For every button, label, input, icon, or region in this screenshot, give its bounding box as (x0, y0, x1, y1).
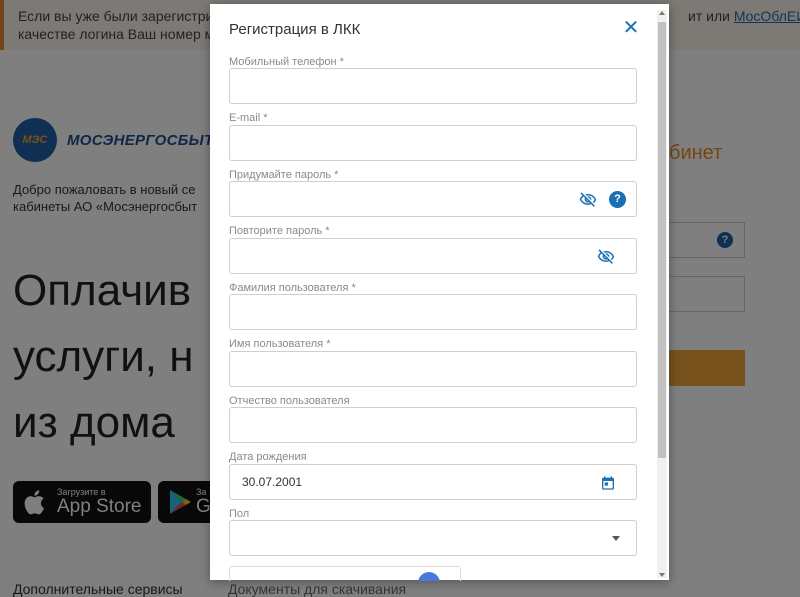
middle-name-label: Отчество пользователя (229, 395, 350, 407)
password-field[interactable]: ? (229, 181, 637, 217)
birth-date-value: 30.07.2001 (242, 475, 303, 489)
documents-download-link[interactable]: Документы для скачивания (228, 581, 406, 597)
birth-date-label: Дата рождения (229, 451, 307, 463)
middle-name-field[interactable] (229, 407, 637, 443)
password-repeat-field[interactable] (229, 238, 637, 274)
phone-label: Мобильный телефон * (229, 56, 344, 68)
scrollbar-thumb[interactable] (658, 22, 666, 458)
email-field[interactable] (229, 125, 637, 161)
eye-off-icon[interactable] (579, 191, 597, 209)
registration-modal: Регистрация в ЛКК ✕ Мобильный телефон * … (210, 4, 669, 581)
scroll-up-icon[interactable] (659, 11, 665, 15)
gender-label: Пол (229, 508, 250, 520)
modal-title: Регистрация в ЛКК (229, 21, 361, 38)
question-circle-icon[interactable]: ? (609, 191, 626, 208)
scroll-down-icon[interactable] (659, 573, 665, 577)
captcha-box[interactable] (229, 566, 461, 581)
password-label: Придумайте пароль * (229, 169, 339, 181)
last-name-field[interactable] (229, 294, 637, 330)
last-name-label: Фамилия пользователя * (229, 282, 356, 294)
email-label: E-mail * (229, 112, 268, 124)
recaptcha-icon (418, 572, 440, 581)
birth-date-field[interactable]: 30.07.2001 (229, 464, 637, 500)
chevron-down-icon (612, 536, 620, 541)
calendar-icon[interactable] (600, 475, 616, 491)
first-name-field[interactable] (229, 351, 637, 387)
phone-field[interactable] (229, 68, 637, 104)
first-name-label: Имя пользователя * (229, 338, 331, 350)
password-repeat-label: Повторите пароль * (229, 225, 330, 237)
modal-scrollbar[interactable] (657, 10, 667, 578)
close-icon[interactable]: ✕ (621, 18, 641, 38)
gender-select[interactable] (229, 520, 637, 556)
eye-off-icon[interactable] (597, 248, 615, 266)
